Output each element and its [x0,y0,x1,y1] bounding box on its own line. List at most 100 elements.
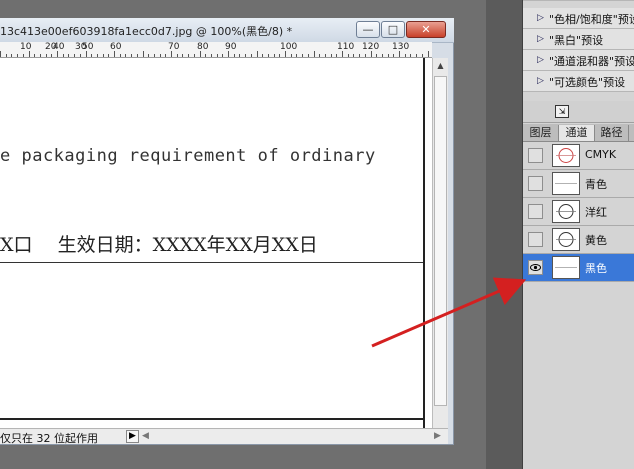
ruler-tick [359,54,361,57]
ruler-tick [342,51,343,57]
ruler-tick [233,54,235,57]
channel-thumbnail [552,256,580,279]
ruler-tick [153,54,155,57]
preset-label: "色相/饱和度"预设 [549,13,634,26]
visibility-toggle[interactable] [528,204,543,219]
ruler-tick [336,54,338,57]
preset-item-channel-mixer[interactable]: ▷ "通道混和器"预设 [523,50,634,71]
ruler-tick [210,54,212,57]
scroll-up-icon[interactable]: ▲ [433,58,448,74]
ruler-tick [74,54,76,57]
channel-thumbnail [552,144,580,167]
ruler-tick [91,54,93,57]
channel-row-black[interactable]: 黑色 [523,254,634,282]
ruler-tick [393,54,395,57]
preset-item-hue-saturation[interactable]: ▷ "色相/饱和度"预设 [523,8,634,29]
ruler-tick [222,54,224,57]
ruler-tick [148,54,150,57]
ruler-tick [165,54,167,57]
preset-item-black-white[interactable]: ▷ "黑白"预设 [523,29,634,50]
ruler-tick [11,54,13,57]
ruler-tick [262,54,264,57]
ruler-tick [404,54,406,57]
ruler-tick [370,51,372,57]
ruler-tick [125,54,127,57]
scrollbar-thumb[interactable] [434,76,447,406]
ruler-tick [381,54,383,57]
return-to-adjustments-icon[interactable]: ⇲ [555,105,569,118]
channel-row-yellow[interactable]: 黄色 [523,226,634,254]
channel-row-cmyk[interactable]: CMYK [523,142,634,170]
visibility-toggle[interactable] [528,232,543,247]
ruler-label: 40 [53,42,65,52]
tab-paths[interactable]: 路径 [595,125,629,141]
preset-label: "通道混和器"预设 [549,55,634,68]
ruler-tick [0,51,1,57]
ruler-label: 130 [392,42,410,52]
preset-label: "黑白"预设 [549,34,604,47]
scroll-left-icon[interactable]: ◀ [142,431,149,441]
ruler-tick [290,54,292,57]
preset-item-clipped [523,0,634,1]
expand-triangle-icon[interactable]: ▷ [537,34,544,44]
ruler-label: 50 [82,42,94,52]
ruler-tick [62,54,64,57]
status-text: 仅只在 32 位起作用 [0,432,98,445]
visibility-toggle[interactable] [528,176,543,191]
close-button[interactable]: ✕ [406,21,446,38]
ruler-tick [267,54,269,57]
expand-triangle-icon[interactable]: ▷ [537,55,544,65]
ruler-tick [57,51,58,57]
expand-triangle-icon[interactable]: ▷ [537,76,544,86]
document-rule-line [0,262,425,263]
document-titlebar[interactable]: 13c413e00ef603918fa1ecc0d7.jpg @ 100%(黑色… [0,18,454,43]
ruler-tick [307,54,309,57]
channel-thumbnail [552,200,580,223]
document-canvas[interactable]: e packaging requirement of ordinary X口 生… [0,58,432,428]
ruler-tick [28,51,30,57]
preset-item-selective-color[interactable]: ▷ "可选颜色"预设 [523,71,634,92]
channel-name: CMYK [585,148,617,161]
document-text-line-2: X口 生效日期：XXXX年XX月XX日 [0,234,318,256]
ruler-tick [302,54,304,57]
ruler-tick [279,54,281,57]
ruler-tick [416,54,418,57]
ruler-tick [228,51,229,57]
ruler-label: 90 [225,42,237,52]
minimize-button[interactable]: — [356,21,380,38]
maximize-button[interactable]: □ [381,21,405,38]
scroll-right-icon[interactable]: ▶ [434,431,441,441]
channel-name: 黄色 [585,234,607,247]
channel-row-cyan[interactable]: 青色 [523,170,634,198]
tab-layers[interactable]: 图层 [523,125,559,141]
visibility-toggle[interactable] [528,148,543,163]
preset-label: "可选颜色"预设 [549,76,626,89]
ruler-tick [136,54,138,57]
ruler-tick [102,54,104,57]
ruler-tick [250,54,252,57]
adjustments-footer: ⇲ [523,101,634,123]
ruler-tick [188,54,190,57]
ruler-tick [142,51,144,57]
ruler-tick [39,54,41,57]
ruler-tick [108,54,110,57]
ruler-tick [131,54,133,57]
channel-row-magenta[interactable]: 洋红 [523,198,634,226]
vertical-scrollbar[interactable]: ▲ [432,58,448,428]
expand-triangle-icon[interactable]: ▷ [537,13,544,23]
ruler-tick [330,54,332,57]
visibility-toggle[interactable] [528,260,543,275]
ruler-tick [364,54,366,57]
ruler-tick [34,54,36,57]
ruler-tick [51,54,53,57]
ruler-tick [353,54,355,57]
status-menu-arrow-icon[interactable]: ▶ [126,430,139,443]
workspace-divider [486,0,522,469]
tab-channels[interactable]: 通道 [559,125,595,141]
ruler-tick [159,54,161,57]
panel-tab-bar: 图层 通道 路径 [523,124,634,142]
ruler-tick [45,54,47,57]
document-title: 13c413e00ef603918fa1ecc0d7.jpg @ 100%(黑色… [0,25,293,38]
ruler-tick [285,51,286,57]
ruler-tick [376,54,378,57]
